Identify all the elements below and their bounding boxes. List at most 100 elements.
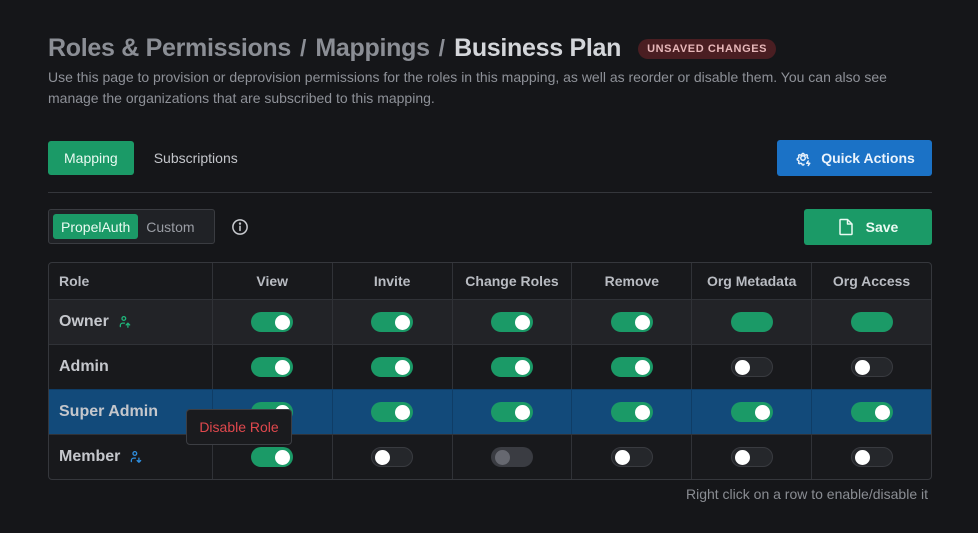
toggle-invite[interactable]	[371, 447, 414, 467]
permission-cell	[571, 390, 691, 434]
column-header-view: View	[211, 263, 332, 299]
toggle-knob	[634, 404, 650, 420]
toggle-remove[interactable]	[610, 357, 653, 377]
toggle-change-roles[interactable]	[490, 357, 533, 377]
permission-cell	[811, 300, 931, 344]
toggle-invite[interactable]	[371, 312, 414, 332]
permission-cell	[811, 435, 931, 479]
breadcrumb: Roles & Permissions / Mappings / Busines…	[48, 34, 777, 63]
toggle-org-metadata	[730, 312, 773, 332]
save-button[interactable]: Save	[804, 209, 932, 245]
toggle-remove[interactable]	[610, 447, 653, 467]
toggle-knob	[634, 359, 650, 375]
permission-cell	[211, 300, 332, 344]
unsaved-changes-badge: UNSAVED CHANGES	[638, 38, 777, 59]
breadcrumb-separator: /	[438, 35, 446, 61]
toggle-view[interactable]	[251, 357, 294, 377]
table-row[interactable]: Super Admin	[49, 389, 931, 434]
permission-cell	[331, 435, 452, 479]
toggle-knob	[854, 449, 870, 465]
quick-actions-label: Quick Actions	[821, 150, 915, 166]
permission-cell	[571, 345, 691, 389]
toggle-knob	[494, 449, 510, 465]
toggle-knob	[754, 404, 770, 420]
save-label: Save	[865, 219, 899, 235]
tab-divider	[48, 192, 932, 193]
permission-cell	[331, 390, 452, 434]
toggle-knob	[634, 314, 650, 330]
column-header-org-access: Org Access	[811, 263, 931, 299]
permissions-table: Role View Invite Change Roles Remove Org…	[48, 262, 932, 480]
table-row[interactable]: Admin	[49, 344, 931, 389]
toggle-org-access[interactable]	[850, 402, 893, 422]
column-header-change-roles: Change Roles	[451, 263, 572, 299]
info-circle-icon[interactable]	[231, 218, 249, 236]
tab-bar: Mapping Subscriptions	[48, 141, 254, 175]
toggle-remove[interactable]	[610, 402, 653, 422]
permission-cell	[211, 345, 332, 389]
permission-cell	[811, 345, 931, 389]
column-header-invite: Invite	[331, 263, 452, 299]
toggle-knob	[375, 449, 391, 465]
role-cell: Owner	[49, 300, 212, 344]
toggle-org-metadata[interactable]	[730, 447, 773, 467]
toggle-org-access[interactable]	[850, 447, 893, 467]
toggle-invite[interactable]	[371, 357, 414, 377]
column-header-org-metadata: Org Metadata	[691, 263, 811, 299]
tab-subscriptions[interactable]: Subscriptions	[138, 141, 254, 175]
permission-cell	[691, 300, 811, 344]
role-cell: Admin	[49, 345, 212, 389]
permission-cell	[331, 300, 452, 344]
toggle-change-roles[interactable]	[490, 312, 533, 332]
toggle-knob	[734, 449, 750, 465]
toggle-knob	[395, 359, 411, 375]
permission-cell	[691, 390, 811, 434]
breadcrumb-separator: /	[300, 35, 307, 61]
column-header-remove: Remove	[571, 263, 691, 299]
table-row[interactable]: Owner	[49, 299, 931, 344]
breadcrumb-mappings[interactable]: Mappings	[315, 34, 430, 63]
toggle-change-roles[interactable]	[490, 402, 533, 422]
toggle-knob	[395, 404, 411, 420]
toggle-view[interactable]	[251, 447, 294, 467]
quick-actions-button[interactable]: Quick Actions	[777, 140, 932, 176]
permission-cell	[451, 435, 572, 479]
right-click-hint: Right click on a row to enable/disable i…	[685, 486, 928, 502]
toggle-knob	[614, 449, 630, 465]
toggle-remove[interactable]	[610, 312, 653, 332]
toggle-knob	[514, 404, 530, 420]
table-row[interactable]: Member	[49, 434, 931, 479]
toggle-knob	[514, 314, 530, 330]
toggle-knob	[514, 359, 530, 375]
toggle-change-roles	[490, 447, 533, 467]
toggle-org-access	[850, 312, 893, 332]
role-name: Admin	[59, 358, 109, 375]
toggle-invite[interactable]	[371, 402, 414, 422]
toggle-knob	[854, 359, 870, 375]
permission-cell	[451, 390, 572, 434]
toggle-org-metadata[interactable]	[730, 402, 773, 422]
breadcrumb-roles-permissions[interactable]: Roles & Permissions	[48, 34, 291, 63]
permission-cell	[691, 435, 811, 479]
tab-mapping[interactable]: Mapping	[48, 141, 134, 175]
settings-bolt-icon	[796, 152, 811, 167]
segment-propelauth[interactable]: PropelAuth	[53, 214, 139, 239]
permission-cell	[691, 345, 811, 389]
toggle-knob	[874, 404, 890, 420]
toggle-knob	[395, 314, 411, 330]
toggle-org-metadata[interactable]	[730, 357, 773, 377]
user-up-icon	[119, 315, 131, 328]
table-header-row: Role View Invite Change Roles Remove Org…	[49, 263, 931, 299]
permission-cell	[451, 345, 572, 389]
file-icon	[838, 218, 853, 236]
permission-cell	[331, 345, 452, 389]
segment-custom[interactable]: Custom	[138, 214, 202, 239]
role-name: Member	[59, 448, 121, 465]
column-header-role: Role	[59, 273, 90, 289]
toggle-org-access[interactable]	[850, 357, 893, 377]
role-name: Owner	[59, 313, 109, 330]
toggle-view[interactable]	[251, 312, 294, 332]
toggle-knob	[275, 359, 291, 375]
context-menu-disable-role[interactable]: Disable Role	[186, 409, 292, 445]
page-title: Business Plan	[454, 34, 622, 62]
